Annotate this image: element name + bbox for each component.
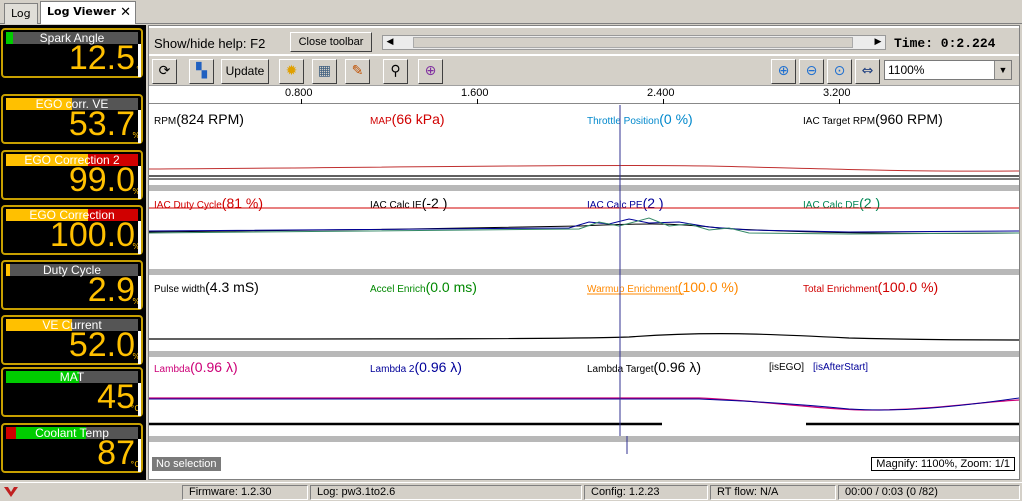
gauge-divider (138, 383, 141, 416)
status-bar: Firmware: 1.2.30 Log: pw3.1to2.6 Config:… (0, 482, 1022, 501)
gauge-divider (138, 331, 141, 364)
status-time: 00:00 / 0:03 (0 /82) (838, 485, 1020, 500)
trace-lambda (149, 397, 1019, 411)
gauge-value: 45 (97, 378, 135, 416)
gauge-mat[interactable]: MAT 45 °C (1, 367, 143, 417)
gauge-ego-correction[interactable]: EGO Correction 100.0% (1, 205, 143, 255)
trace-overlay (149, 105, 1019, 454)
gauge-duty-cycle[interactable]: Duty Cycle 2.9% (1, 260, 143, 310)
log-viewer-main: Show/hide help: F2 Close toolbar ◀ ▶ Tim… (148, 25, 1020, 480)
gauge-divider (138, 439, 141, 472)
status-log: Log: pw3.1to2.6 (310, 485, 582, 500)
app-logo-icon (4, 487, 18, 497)
trace-lambda-2 (149, 397, 1019, 411)
gauge-panel: Spark Angle 12.5° EGO corr. VE 53.7% EGO… (0, 25, 146, 480)
gauge-value: 12.5 (68, 39, 135, 77)
gauge-value: 87 (97, 434, 135, 472)
gauge-value: 100.0 (49, 216, 135, 254)
gauge-divider (138, 166, 141, 199)
log-viewer-app: Log Log Viewer ✕ Spark Angle 12.5° EGO co… (0, 0, 1022, 501)
gauge-value: 99.0 (68, 161, 135, 199)
gauge-divider (138, 221, 141, 254)
gauge-ego-corr-ve[interactable]: EGO corr. VE 53.7% (1, 94, 143, 144)
tab-log[interactable]: Log (4, 3, 38, 24)
tab-log-viewer-label: Log Viewer (47, 5, 116, 18)
close-tab-icon[interactable]: ✕ (120, 5, 131, 20)
gauge-spark-angle[interactable]: Spark Angle 12.5° (1, 28, 143, 78)
selection-status: No selection (152, 457, 221, 471)
tab-log-viewer[interactable]: Log Viewer ✕ (40, 1, 136, 24)
status-firmware: Firmware: 1.2.30 (182, 485, 308, 500)
gauge-coolant-temp[interactable]: Coolant Temp 87 °C (1, 423, 143, 473)
gauge-value: 52.0 (68, 326, 135, 364)
trace-map (149, 164, 1019, 172)
gauge-divider (138, 44, 141, 77)
status-rt-flow: RT flow: N/A (710, 485, 836, 500)
gauge-divider (138, 110, 141, 143)
gauge-value: 53.7 (68, 105, 135, 143)
tab-log-label: Log (11, 7, 31, 20)
gauge-value: 2.9 (87, 271, 135, 309)
gauge-divider (138, 276, 141, 309)
magnify-readout: Magnify: 1100%, Zoom: 1/1 (871, 457, 1015, 471)
trace-pulse-width (149, 333, 1019, 341)
status-config: Config: 1.2.23 (584, 485, 708, 500)
tab-bar: Log Log Viewer ✕ (0, 0, 1022, 24)
gauge-ve-current[interactable]: VE Current 52.0% (1, 315, 143, 365)
gauge-ego-correction-2[interactable]: EGO Correction 2 99.0% (1, 150, 143, 200)
